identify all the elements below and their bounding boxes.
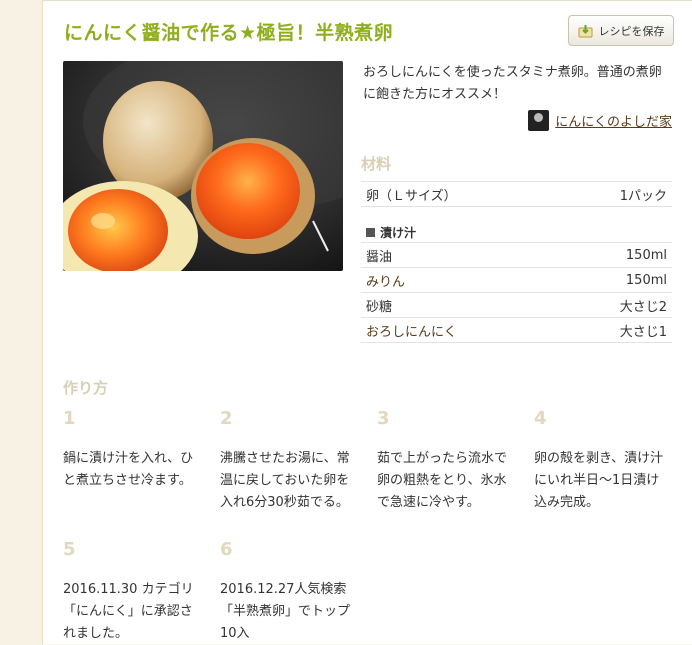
recipe-card: にんにく醤油で作る★極旨！半熟煮卵 レシピを保存 おろしにんにくを使ったスタミナ…	[42, 0, 692, 644]
ingredient-amount: 1パック	[619, 188, 667, 204]
recipe-title: にんにく醤油で作る★極旨！半熟煮卵	[64, 22, 394, 44]
ingredient-amount: 150ml	[625, 247, 667, 263]
step-number: 4	[534, 408, 547, 429]
step-item: 3 茹で上がったら流水で卵の粗熱をとり、氷水で急速に冷やす。	[377, 408, 512, 514]
ingredient-name-link[interactable]: おろしにんにく	[366, 321, 457, 340]
ingredient-amount: 大さじ1	[619, 324, 667, 340]
author-avatar-icon	[528, 110, 550, 131]
ingredient-row: 卵（Ｌサイズ） 1パック	[361, 182, 672, 207]
step-text: 2016.12.27人気検索「半熟煮卵」でトップ10入	[220, 582, 351, 641]
ingredients-heading: 材料	[361, 155, 392, 173]
author-name[interactable]: にんにくのよしだ家	[555, 111, 672, 130]
step-number: 2	[220, 408, 233, 429]
ingredient-name: 卵（Ｌサイズ）	[366, 188, 457, 204]
step-item: 4 卵の殻を剥き、漬け汁にいれ半日〜1日漬け込み完成。	[534, 408, 669, 514]
ingredient-amount: 大さじ2	[619, 299, 667, 315]
step-item: 2 沸騰させたお湯に、常温に戻しておいた卵を入れ6分30秒茹でる。	[220, 408, 355, 514]
ingredient-name: 砂糖	[366, 299, 393, 315]
recipe-description: おろしにんにくを使ったスタミナ煮卵。普通の煮卵に飽きた方にオススメ！	[363, 65, 662, 102]
ingredient-row[interactable]: みりん 150ml	[361, 268, 672, 293]
step-text: 沸騰させたお湯に、常温に戻しておいた卵を入れ6分30秒茹でる。	[220, 451, 350, 510]
save-to-folder-icon	[578, 24, 593, 38]
square-bullet-icon	[366, 227, 375, 237]
steps-heading: 作り方	[63, 379, 109, 397]
step-text: 鍋に漬け汁を入れ、ひと煮立ちさせ冷ます。	[63, 451, 194, 488]
step-item: 5 2016.11.30 カテゴリ「にんにく」に承認されました。	[63, 539, 198, 645]
step-number: 5	[63, 539, 76, 560]
step-number: 3	[377, 408, 390, 429]
author-link[interactable]: にんにくのよしだ家	[528, 110, 672, 131]
ingredient-amount: 150ml	[625, 272, 667, 288]
ingredient-name-link[interactable]: みりん	[366, 271, 405, 290]
ingredients-list: 卵（Ｌサイズ） 1パック 漬け汁 醤油 150ml みりん 150ml 砂糖 大…	[361, 181, 672, 343]
save-recipe-label: レシピを保存	[598, 24, 665, 38]
step-text: 2016.11.30 カテゴリ「にんにく」に承認されました。	[63, 582, 194, 641]
step-text: 茹で上がったら流水で卵の粗熱をとり、氷水で急速に冷やす。	[377, 451, 508, 510]
ingredient-row[interactable]: おろしにんにく 大さじ1	[361, 318, 672, 343]
step-text: 卵の殻を剥き、漬け汁にいれ半日〜1日漬け込み完成。	[534, 451, 664, 510]
step-item: 6 2016.12.27人気検索「半熟煮卵」でトップ10入	[220, 539, 355, 645]
ingredient-name: 醤油	[366, 249, 393, 265]
ingredient-row: 砂糖 大さじ2	[361, 293, 672, 318]
ingredient-group-title: 漬け汁	[380, 225, 417, 240]
step-number: 6	[220, 539, 233, 560]
recipe-photo	[63, 61, 343, 271]
ingredient-group-header: 漬け汁	[361, 207, 672, 243]
step-number: 1	[63, 408, 76, 429]
ingredient-row: 醤油 150ml	[361, 243, 672, 268]
step-item: 1 鍋に漬け汁を入れ、ひと煮立ちさせ冷ます。	[63, 408, 198, 492]
save-recipe-button[interactable]: レシピを保存	[568, 15, 674, 46]
